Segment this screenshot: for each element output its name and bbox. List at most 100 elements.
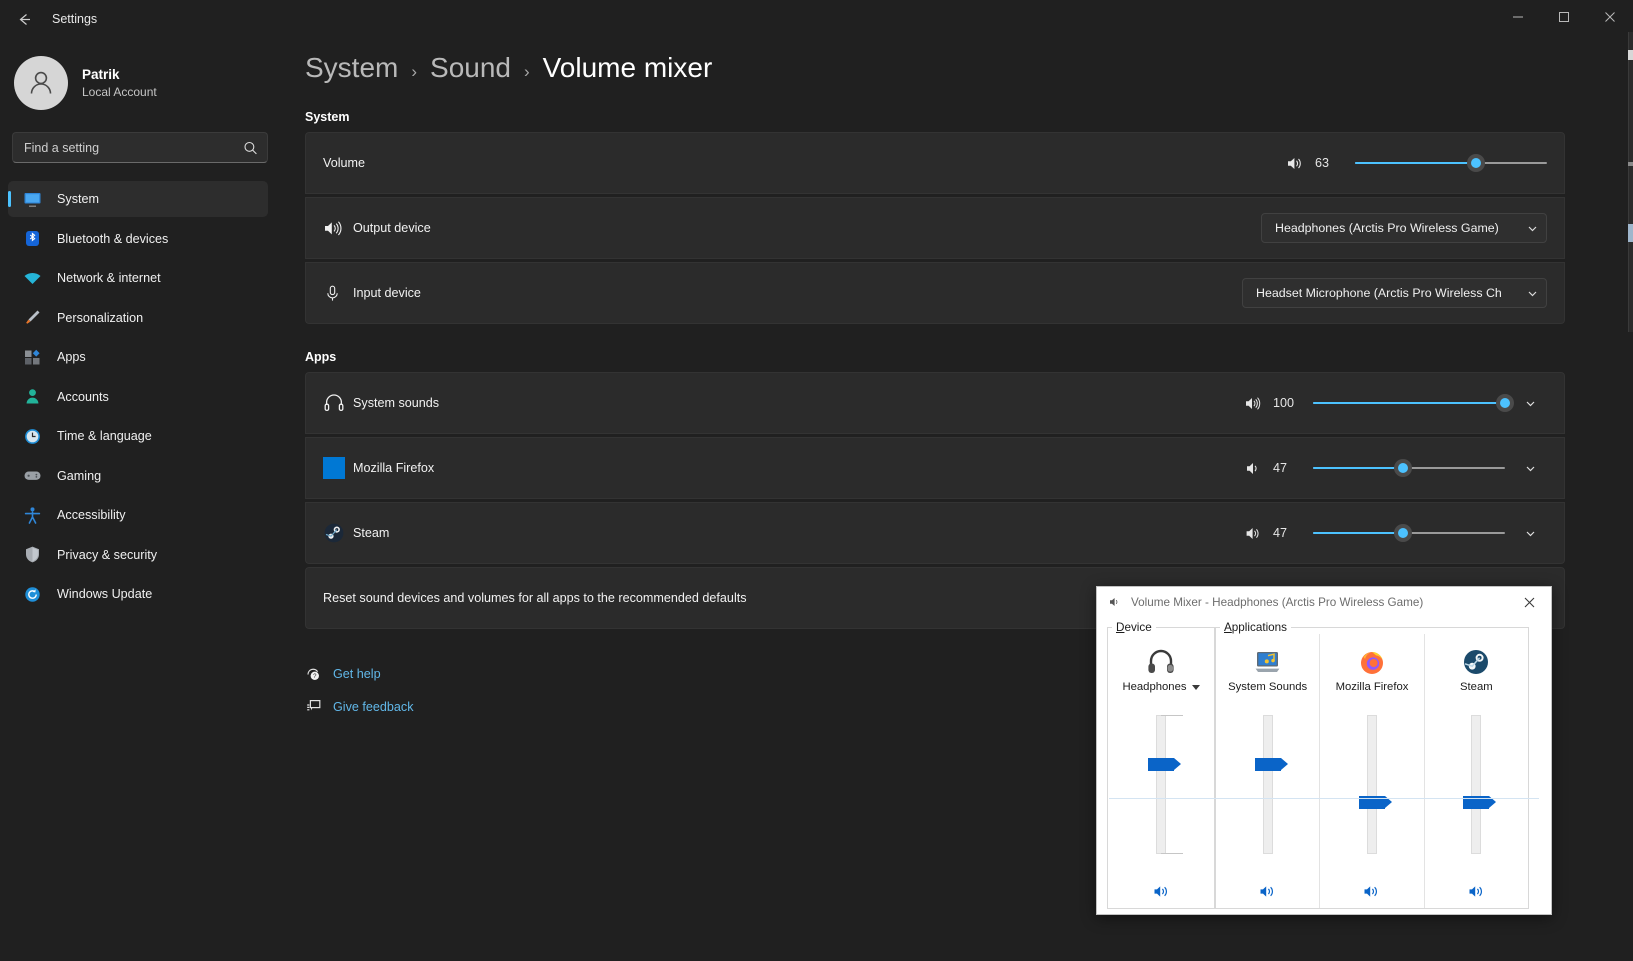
mixer-title-bar[interactable]: Volume Mixer - Headphones (Arctis Pro Wi…	[1097, 587, 1551, 617]
mixer-close-button[interactable]	[1507, 588, 1551, 617]
apps-grid-icon	[22, 347, 42, 367]
slider-fill	[1313, 401, 1505, 405]
app-volume-slider[interactable]	[1313, 524, 1505, 542]
mixer-title: Volume Mixer - Headphones (Arctis Pro Wi…	[1131, 595, 1424, 609]
minimize-button[interactable]	[1495, 0, 1541, 34]
accessibility-icon	[22, 505, 42, 525]
slider-thumb[interactable]	[1394, 524, 1413, 542]
profile-subtitle: Local Account	[82, 85, 157, 100]
slider-tick-top	[1161, 715, 1183, 716]
close-button[interactable]	[1587, 0, 1633, 34]
slider-thumb[interactable]	[1148, 758, 1181, 771]
page-title: Volume mixer	[542, 52, 713, 83]
app-row-mozilla-firefox: Mozilla Firefox 47	[305, 437, 1565, 499]
mixer-channel-name: Mozilla Firefox	[1335, 681, 1409, 693]
app-volume-slider[interactable]	[1313, 459, 1505, 477]
sidebar-item-apps[interactable]: Apps	[8, 339, 268, 375]
app-slider-group: 100	[1244, 394, 1547, 412]
mixer-channel-device: Headphones	[1108, 634, 1214, 908]
maximize-button[interactable]	[1541, 0, 1587, 34]
profile-name: Patrik	[82, 66, 120, 82]
reset-sound-text: Reset sound devices and volumes for all …	[323, 591, 747, 605]
sidebar-item-network-internet[interactable]: Network & internet	[8, 260, 268, 296]
app-volume-value: 100	[1273, 396, 1295, 410]
sidebar-item-accounts[interactable]: Accounts	[8, 379, 268, 415]
caret-down-icon[interactable]	[1191, 684, 1200, 690]
sidebar-item-label: Accounts	[57, 389, 109, 404]
sidebar-item-time-language[interactable]: Time & language	[8, 418, 268, 454]
expand-chevron-icon[interactable]	[1513, 462, 1547, 475]
app-slider-group: 47	[1244, 459, 1547, 477]
mixer-channel-name: System Sounds	[1228, 681, 1308, 693]
sidebar-item-windows-update[interactable]: Windows Update	[8, 576, 268, 612]
slider-thumb[interactable]	[1466, 154, 1485, 172]
speaker-loud-icon[interactable]	[1244, 395, 1261, 412]
sidebar-item-privacy-security[interactable]: Privacy & security	[8, 537, 268, 573]
link-label: Give feedback	[333, 699, 414, 714]
back-button[interactable]	[6, 4, 42, 34]
steam-logo-icon	[1462, 642, 1490, 676]
slider-thumb[interactable]	[1358, 796, 1392, 809]
input-device-row: Input device Headset Microphone (Arctis …	[305, 262, 1565, 324]
sidebar-item-label: System	[57, 192, 99, 206]
slider-thumb[interactable]	[1394, 459, 1413, 477]
mixer-vertical-slider[interactable]	[1144, 709, 1183, 874]
sidebar-item-label: Time & language	[57, 429, 152, 443]
mixer-channel-steam: Steam	[1423, 634, 1528, 908]
sidebar-item-label: Gaming	[57, 468, 102, 483]
breadcrumb-system[interactable]: System	[305, 52, 398, 84]
mixer-vertical-slider[interactable]	[1459, 709, 1497, 874]
app-slider-group: 47	[1244, 524, 1547, 542]
monitor-icon	[22, 189, 42, 209]
mixer-device-group: Device Headphones	[1107, 621, 1215, 909]
app-volume-slider[interactable]	[1313, 394, 1514, 412]
expand-chevron-icon[interactable]	[1513, 527, 1547, 540]
slider-thumb[interactable]	[1496, 394, 1514, 412]
speaker-medium-icon[interactable]	[1286, 155, 1303, 172]
expand-chevron-icon[interactable]	[1513, 397, 1547, 410]
slider-fill	[1313, 466, 1404, 470]
breadcrumb-separator: ›	[411, 62, 418, 81]
app-name: Steam	[353, 526, 390, 540]
app-name: Mozilla Firefox	[353, 461, 435, 475]
output-device-row: Output device Headphones (Arctis Pro Wir…	[305, 197, 1565, 259]
sidebar-item-system[interactable]: System	[8, 181, 268, 217]
avatar	[14, 56, 68, 110]
speaker-medium-icon[interactable]	[1244, 525, 1261, 542]
volume-slider[interactable]	[1355, 154, 1547, 172]
mixer-mute-button[interactable]	[1363, 874, 1380, 908]
paintbrush-icon	[22, 308, 42, 328]
sidebar-item-label: Personalization	[57, 310, 144, 325]
app-title: Settings	[52, 12, 98, 26]
mixer-channel-label[interactable]: Headphones	[1122, 681, 1200, 693]
mixer-mute-button[interactable]	[1153, 874, 1170, 908]
search-box[interactable]	[12, 132, 268, 163]
sidebar-item-bluetooth-devices[interactable]: Bluetooth & devices	[8, 221, 268, 257]
mixer-channel-label: System Sounds	[1228, 681, 1307, 693]
speaker-low-icon[interactable]	[1244, 460, 1261, 477]
mixer-channel-name: Headphones	[1122, 681, 1187, 693]
sidebar-item-gaming[interactable]: Gaming	[8, 458, 268, 494]
sidebar-item-accessibility[interactable]: Accessibility	[8, 497, 268, 533]
search-input[interactable]	[13, 140, 267, 155]
input-device-select[interactable]: Headset Microphone (Arctis Pro Wireless …	[1242, 278, 1547, 308]
mixer-applications-legend: Applications	[1220, 621, 1291, 634]
mixer-vertical-slider[interactable]	[1355, 709, 1392, 874]
output-device-value: Headphones (Arctis Pro Wireless Game)	[1275, 221, 1499, 235]
feedback-icon	[305, 698, 333, 715]
microphone-icon	[323, 284, 353, 303]
app-row-steam: Steam 47	[305, 502, 1565, 564]
breadcrumb-sound[interactable]: Sound	[430, 52, 511, 84]
mixer-body: Device Headphones Applications System So…	[1097, 617, 1551, 909]
slider-thumb[interactable]	[1254, 758, 1288, 771]
mixer-mute-button[interactable]	[1259, 874, 1276, 908]
sidebar-item-personalization[interactable]: Personalization	[8, 300, 268, 336]
profile-block[interactable]: Patrik Local Account	[0, 38, 286, 110]
output-device-select[interactable]: Headphones (Arctis Pro Wireless Game)	[1261, 213, 1547, 243]
mixer-mute-button[interactable]	[1468, 874, 1485, 908]
app-row-system-sounds: System sounds 100	[305, 372, 1565, 434]
mixer-vertical-slider[interactable]	[1251, 709, 1288, 874]
volume-slider-group: 63	[1286, 154, 1547, 172]
title-bar: Settings	[0, 0, 1633, 38]
slider-thumb[interactable]	[1463, 796, 1497, 809]
